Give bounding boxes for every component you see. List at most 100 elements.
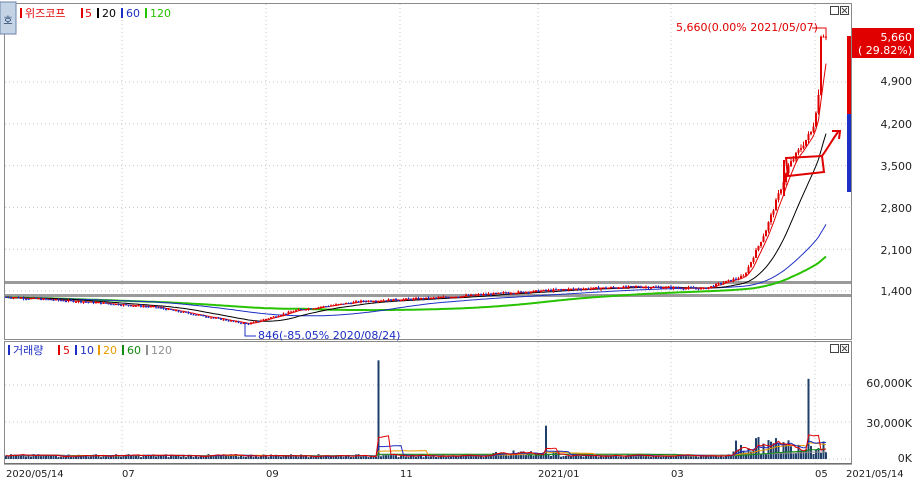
candle-body <box>702 287 705 289</box>
volume-bar <box>525 455 527 459</box>
candle-body <box>680 288 682 290</box>
candle-body <box>712 286 715 288</box>
candle-body <box>325 306 327 308</box>
candle-body <box>100 302 102 304</box>
legend-vma5: 5 <box>63 344 70 357</box>
stock-name: 위즈코프 <box>25 7 65 20</box>
candle-body <box>60 300 62 302</box>
volume-bar <box>792 453 795 459</box>
x-tick-label: 2020/05/14 <box>6 469 64 480</box>
legend-ma5: 5 <box>85 7 92 20</box>
candle-body <box>282 313 285 316</box>
volume-bar <box>197 456 200 459</box>
candle-body <box>542 289 545 291</box>
candle-body <box>267 318 270 320</box>
candle-body <box>442 296 445 298</box>
candle-body <box>262 319 265 321</box>
volume-bar <box>75 456 77 459</box>
candle-body <box>360 300 362 303</box>
candle-body <box>805 139 807 146</box>
candle-body <box>180 311 182 313</box>
legend-marker-vma120 <box>146 345 148 355</box>
candle-body <box>660 287 662 289</box>
candle-body <box>190 313 192 315</box>
volume-bar <box>620 456 622 459</box>
candle-body <box>10 297 12 299</box>
candle-body <box>7 296 10 298</box>
candle-body <box>665 287 667 289</box>
candle-body <box>297 309 300 311</box>
volume-bar <box>757 437 760 459</box>
candle-body <box>75 301 77 303</box>
candle-body <box>630 286 632 288</box>
candle-body <box>412 298 415 300</box>
candle-body <box>500 292 502 294</box>
candle-body <box>467 295 470 297</box>
volume-bar <box>567 455 570 459</box>
candle-body <box>757 245 760 250</box>
candle-body <box>822 36 825 38</box>
volume-bar <box>590 455 592 459</box>
candle-body <box>432 297 435 299</box>
candle-body <box>290 311 292 313</box>
candle-body <box>507 293 510 295</box>
candle-body <box>55 299 57 301</box>
volume-bar <box>717 456 720 459</box>
volume-bar <box>592 456 595 459</box>
volume-bar <box>647 455 650 459</box>
volume-bar <box>360 456 362 459</box>
candle-body <box>672 287 675 289</box>
candle-body <box>30 298 32 300</box>
candle-body <box>622 286 625 289</box>
volume-bar <box>355 454 357 459</box>
candle-body <box>375 301 377 303</box>
candle-body <box>235 321 237 323</box>
volume-bar <box>100 457 102 459</box>
x-tick-label: 05 <box>815 469 828 480</box>
volume-bar <box>307 457 310 459</box>
candle-body <box>280 315 282 317</box>
candle-body <box>475 294 477 296</box>
volume-bar <box>272 456 275 459</box>
candle-body <box>80 301 82 303</box>
candle-body <box>695 288 697 290</box>
legend-vma120: 120 <box>151 344 172 357</box>
volume-bar <box>65 456 67 459</box>
candle-body <box>212 317 215 319</box>
candle-body <box>517 291 520 294</box>
candle-body <box>647 286 650 289</box>
volume-bar <box>297 456 300 459</box>
candle-body <box>497 292 500 294</box>
candle-body <box>52 299 55 301</box>
candle-body <box>137 305 140 307</box>
legend-ma20: 20 <box>102 7 116 20</box>
maximize-icon[interactable] <box>830 344 839 353</box>
volume-bar <box>665 456 667 459</box>
candle-body <box>37 298 40 300</box>
candle-body <box>462 295 465 297</box>
candle-body <box>225 319 227 321</box>
volume-bar <box>552 452 555 459</box>
candle-body <box>107 303 110 305</box>
volume-bar <box>345 456 347 459</box>
candle-body <box>362 300 365 302</box>
volume-bar <box>775 438 777 459</box>
legend-marker-ma60 <box>121 8 123 18</box>
candle-body <box>547 289 550 291</box>
volume-bar <box>457 456 460 459</box>
maximize-icon[interactable] <box>830 6 839 15</box>
candle-body <box>675 287 677 289</box>
price-tick-label: 4,900 <box>881 75 913 88</box>
volume-bar <box>352 456 355 459</box>
candle-body <box>65 301 67 303</box>
x-tick-label: 11 <box>400 469 413 480</box>
candle-body <box>380 300 382 302</box>
candle-body <box>530 291 532 293</box>
volume-tick-label: 0K <box>898 452 913 465</box>
candle-body <box>445 296 447 298</box>
candle-body <box>17 297 20 299</box>
candle-body <box>125 304 127 306</box>
volume-bar <box>87 456 90 459</box>
candle-body <box>265 318 267 320</box>
volume-bar <box>427 456 430 459</box>
